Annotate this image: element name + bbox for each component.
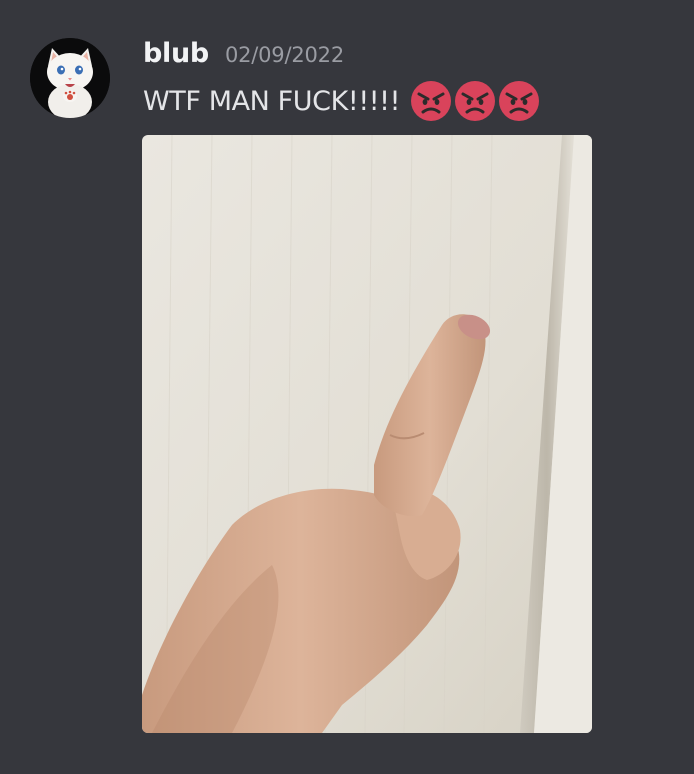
message-text: WTF MAN FUCK!!!!!: [143, 85, 401, 117]
emoji-group: [410, 80, 542, 122]
username[interactable]: blub: [143, 38, 209, 69]
middle-finger-photo-icon: [142, 135, 592, 733]
angry-face-icon[interactable]: [454, 80, 496, 122]
angry-face-icon[interactable]: [410, 80, 452, 122]
chat-message: blub 02/09/2022 WTF MAN FUCK!!!!!: [0, 0, 694, 774]
image-attachment[interactable]: [142, 135, 592, 733]
message-timestamp: 02/09/2022: [224, 43, 344, 67]
message-header: blub 02/09/2022: [143, 38, 344, 74]
angry-face-icon[interactable]: [498, 80, 540, 122]
message-content: WTF MAN FUCK!!!!!: [143, 80, 542, 122]
user-avatar[interactable]: [30, 38, 110, 118]
kitten-avatar-icon: [30, 38, 110, 118]
